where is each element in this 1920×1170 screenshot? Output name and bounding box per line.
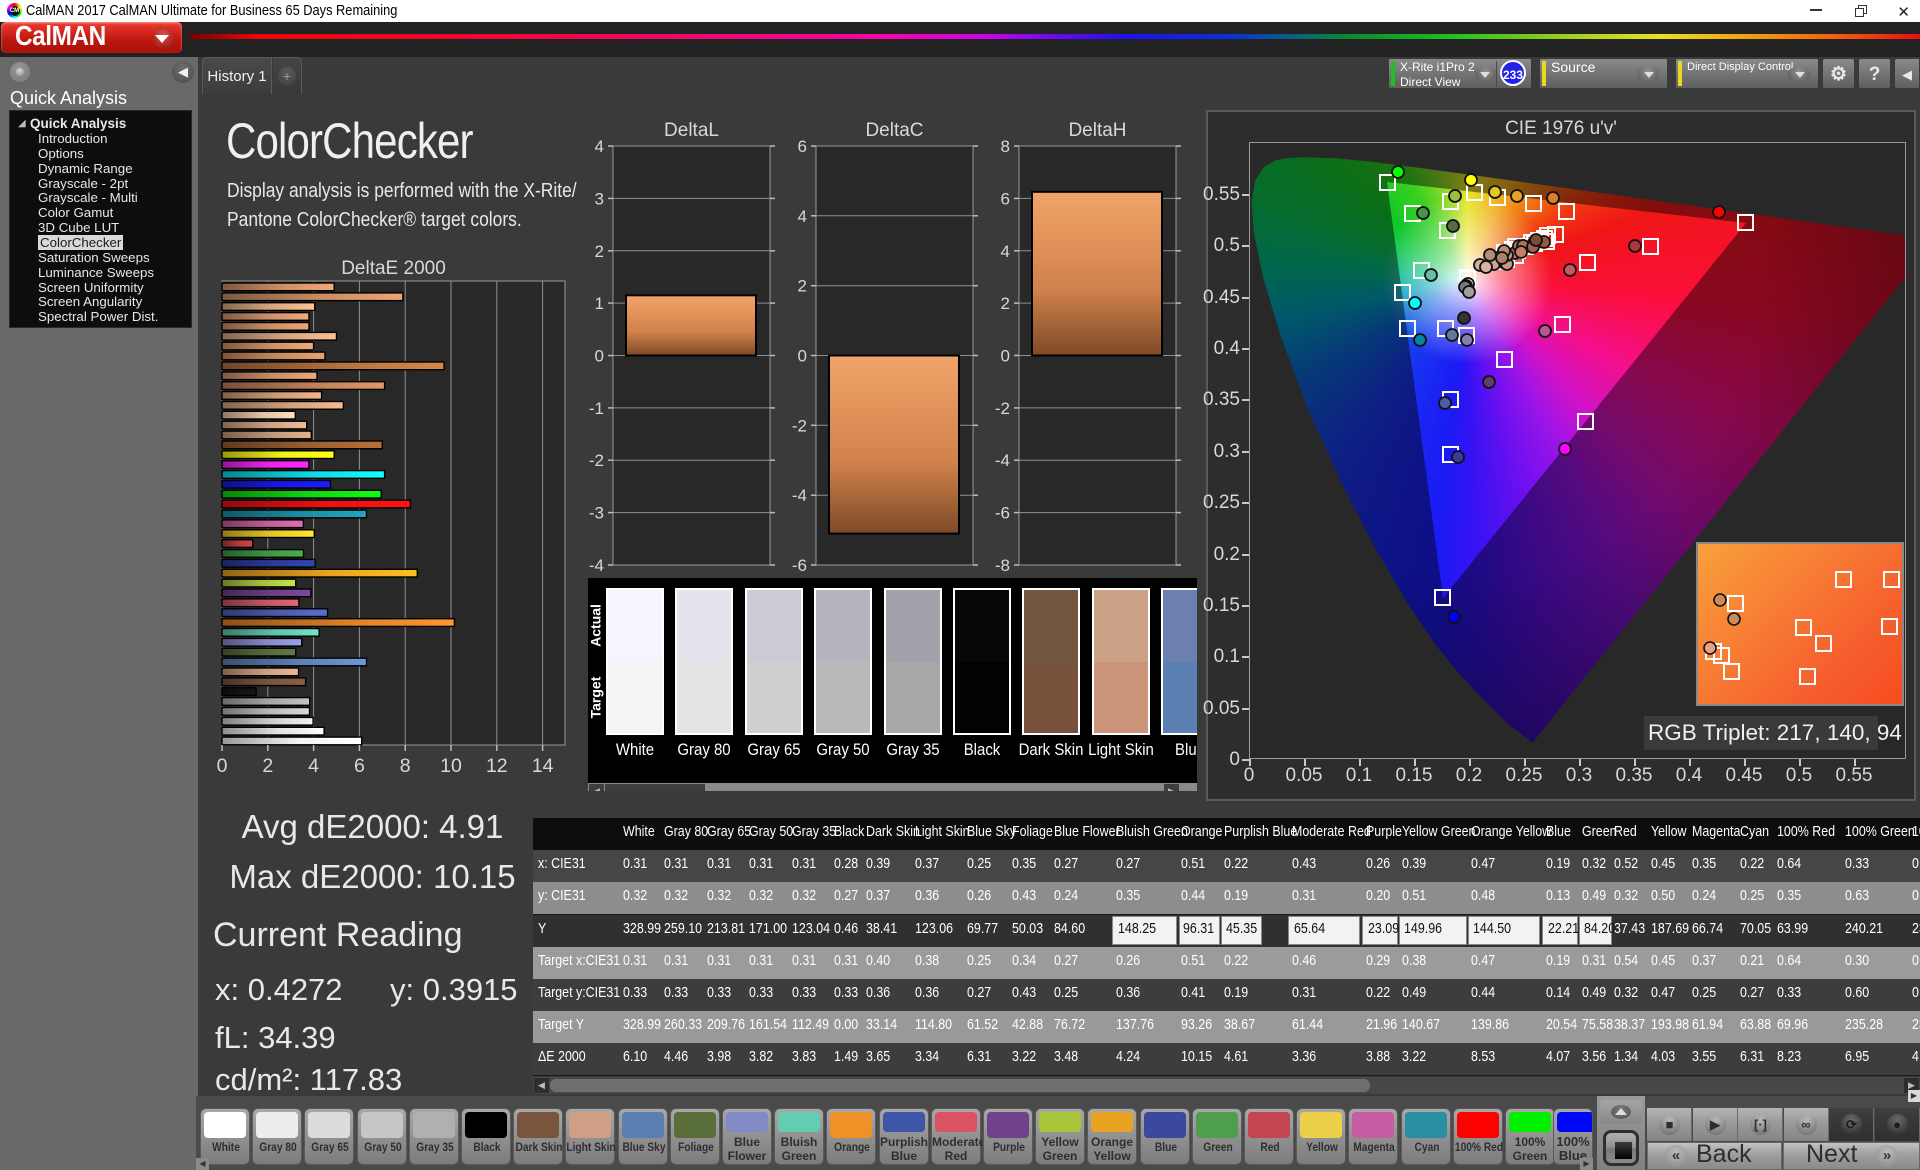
- svg-text:0: 0: [217, 755, 228, 777]
- svg-text:3: 3: [595, 189, 604, 208]
- svg-text:8: 8: [1001, 137, 1010, 156]
- svg-text:2: 2: [262, 755, 273, 777]
- svg-text:8: 8: [400, 755, 411, 777]
- svg-text:-6: -6: [792, 556, 807, 575]
- svg-text:6: 6: [354, 755, 365, 777]
- svg-text:4: 4: [308, 755, 319, 777]
- svg-text:-4: -4: [589, 556, 604, 575]
- svg-text:6: 6: [1001, 189, 1010, 208]
- svg-text:-2: -2: [589, 451, 604, 470]
- svg-text:-8: -8: [995, 556, 1010, 575]
- svg-text:DeltaC: DeltaC: [865, 120, 923, 141]
- svg-text:1: 1: [595, 294, 604, 313]
- svg-text:2: 2: [1001, 294, 1010, 313]
- svg-text:10: 10: [440, 755, 462, 777]
- svg-text:6: 6: [798, 137, 807, 156]
- svg-text:-1: -1: [589, 399, 604, 418]
- svg-text:14: 14: [532, 755, 554, 777]
- svg-text:-4: -4: [792, 486, 807, 505]
- svg-text:2: 2: [798, 277, 807, 296]
- svg-text:DeltaL: DeltaL: [664, 120, 719, 141]
- svg-text:0: 0: [1001, 347, 1010, 366]
- svg-text:-2: -2: [792, 416, 807, 435]
- svg-text:-2: -2: [995, 399, 1010, 418]
- svg-text:0: 0: [595, 347, 604, 366]
- svg-text:0: 0: [798, 347, 807, 366]
- svg-text:-3: -3: [589, 504, 604, 523]
- svg-text:4: 4: [595, 137, 604, 156]
- svg-text:-4: -4: [995, 451, 1010, 470]
- svg-text:-6: -6: [995, 504, 1010, 523]
- svg-text:2: 2: [595, 242, 604, 261]
- svg-text:4: 4: [1001, 242, 1010, 261]
- svg-text:4: 4: [798, 207, 807, 226]
- svg-text:DeltaH: DeltaH: [1068, 120, 1126, 141]
- svg-text:12: 12: [486, 755, 508, 777]
